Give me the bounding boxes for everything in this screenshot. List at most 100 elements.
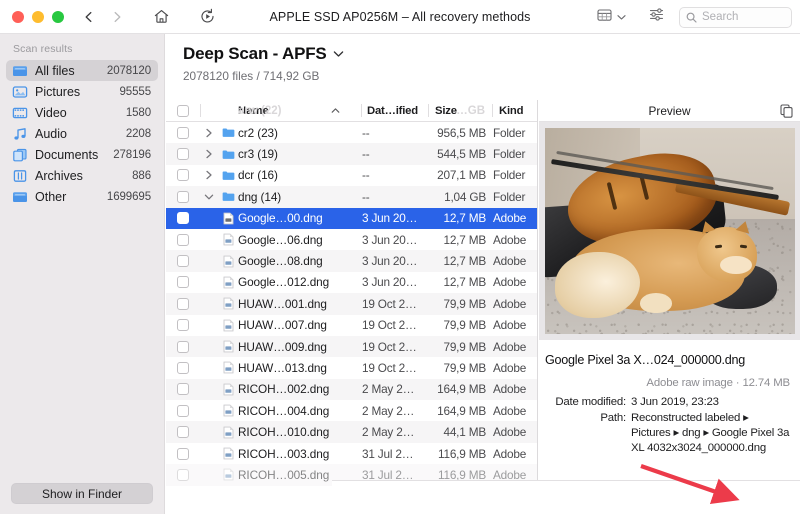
table-row[interactable]: cr2 (23) -- 956,5 MB Folder <box>166 122 537 143</box>
row-checkbox[interactable] <box>166 426 200 438</box>
table-body[interactable]: cr2 (23) -- 956,5 MB Folder cr3 (19) -- <box>166 122 537 514</box>
row-date: 3 Jun 20… <box>362 275 429 289</box>
row-checkbox[interactable] <box>166 298 200 310</box>
table-row[interactable]: Google…012.dng 3 Jun 20… 12,7 MB Adobe <box>166 272 537 293</box>
row-kind: Adobe <box>493 275 537 289</box>
filter-settings-button[interactable] <box>648 7 665 27</box>
disclosure-triangle-collapsed-icon[interactable] <box>200 128 218 138</box>
zoom-window-button[interactable] <box>52 11 64 23</box>
column-header-size[interactable]: Size <box>435 105 457 117</box>
row-kind: Adobe <box>493 340 537 354</box>
table-row[interactable]: HUAW…009.dng 19 Oct 2… 79,9 MB Adobe <box>166 336 537 357</box>
sidebar-item-pictures[interactable]: Pictures 95555 <box>6 81 158 102</box>
row-size: 44,1 MB <box>429 425 493 439</box>
replay-scan-icon[interactable] <box>199 8 216 25</box>
disclosure-triangle-collapsed-icon[interactable] <box>200 149 218 159</box>
chevron-left-icon[interactable] <box>83 11 95 23</box>
home-icon[interactable] <box>153 8 170 25</box>
show-in-finder-button[interactable]: Show in Finder <box>11 483 153 504</box>
row-kind: Adobe <box>493 382 537 396</box>
table-row[interactable]: Google…06.dng 3 Jun 20… 12,7 MB Adobe <box>166 229 537 250</box>
copy-icon[interactable] <box>780 104 793 121</box>
column-header-name[interactable]: Name <box>238 105 269 117</box>
row-checkbox[interactable] <box>166 148 200 160</box>
row-kind: Adobe <box>493 425 537 439</box>
row-kind: Adobe <box>493 211 537 225</box>
row-checkbox[interactable] <box>166 127 200 139</box>
sidebar-item-archives[interactable]: Archives 886 <box>6 165 158 186</box>
row-checkbox[interactable] <box>166 469 200 481</box>
row-kind: Folder <box>493 147 537 161</box>
column-header-date-modified[interactable]: Dat…ified <box>367 105 418 117</box>
search-input[interactable]: Search <box>679 7 792 28</box>
dng-file-icon <box>218 297 238 310</box>
table-row[interactable]: HUAW…001.dng 19 Oct 2… 79,9 MB Adobe <box>166 293 537 314</box>
dng-file-icon <box>218 426 238 439</box>
sidebar-item-audio[interactable]: Audio 2208 <box>6 123 158 144</box>
row-checkbox[interactable] <box>166 319 200 331</box>
table-row[interactable]: RICOH…010.dng 2 May 2… 44,1 MB Adobe <box>166 421 537 442</box>
row-checkbox[interactable] <box>166 255 200 267</box>
row-checkbox[interactable] <box>166 362 200 374</box>
row-name: HUAW…009.dng <box>238 340 362 354</box>
row-name: RICOH…003.dng <box>238 447 362 461</box>
row-date: 3 Jun 20… <box>362 233 429 247</box>
search-placeholder: Search <box>702 11 738 23</box>
sidebar-item-documents[interactable]: Documents 278196 <box>6 144 158 165</box>
picture-icon <box>12 84 28 100</box>
file-table: arw (22) …GB Name Dat…ified <box>166 100 538 514</box>
select-all-checkbox[interactable] <box>166 100 200 122</box>
table-row[interactable]: HUAW…007.dng 19 Oct 2… 79,9 MB Adobe <box>166 315 537 336</box>
row-name: Google…012.dng <box>238 275 362 289</box>
preview-file-name: Google Pixel 3a X…024_000000.dng <box>539 340 800 368</box>
row-date: 3 Jun 20… <box>362 211 429 225</box>
sidebar-item-video[interactable]: Video 1580 <box>6 102 158 123</box>
row-date: 19 Oct 2… <box>362 297 429 311</box>
table-row[interactable]: RICOH…004.dng 2 May 2… 164,9 MB Adobe <box>166 400 537 421</box>
dng-file-icon <box>218 383 238 396</box>
view-mode-button[interactable] <box>593 8 630 27</box>
close-window-button[interactable] <box>12 11 24 23</box>
preview-file-type-size: Adobe raw image · 12.74 MB <box>539 368 800 389</box>
row-checkbox[interactable] <box>166 383 200 395</box>
chevron-down-icon[interactable] <box>333 50 344 58</box>
page-title[interactable]: Deep Scan - APFS <box>183 44 800 64</box>
disclosure-triangle-expanded-icon[interactable] <box>200 193 218 201</box>
documents-icon <box>12 147 28 163</box>
row-date: -- <box>362 126 429 140</box>
row-name: Google…00.dng <box>238 211 362 225</box>
row-checkbox[interactable] <box>166 234 200 246</box>
row-checkbox[interactable] <box>166 405 200 417</box>
column-header-kind[interactable]: Kind <box>499 105 523 117</box>
table-row-selected[interactable]: Google…00.dng 3 Jun 20… 12,7 MB Adobe <box>166 208 537 229</box>
sidebar-item-other[interactable]: Other 1699695 <box>6 186 158 207</box>
disclosure-triangle-collapsed-icon[interactable] <box>200 170 218 180</box>
preview-header: Preview <box>539 100 800 122</box>
dng-file-icon <box>218 319 238 332</box>
table-row[interactable]: dng (14) -- 1,04 GB Folder <box>166 186 537 207</box>
row-checkbox[interactable] <box>166 448 200 460</box>
row-name: dng (14) <box>238 190 362 204</box>
row-checkbox[interactable] <box>166 212 200 224</box>
row-date: -- <box>362 147 429 161</box>
sidebar-item-all-files[interactable]: All files 2078120 <box>6 60 158 81</box>
row-checkbox[interactable] <box>166 341 200 353</box>
dng-file-icon <box>218 276 238 289</box>
table-row[interactable]: HUAW…013.dng 19 Oct 2… 79,9 MB Adobe <box>166 357 537 378</box>
minimize-window-button[interactable] <box>32 11 44 23</box>
table-row[interactable]: cr3 (19) -- 544,5 MB Folder <box>166 143 537 164</box>
row-checkbox[interactable] <box>166 276 200 288</box>
metadata-path: Path: Reconstructed labeled ▸ Pictures ▸… <box>543 411 790 456</box>
table-row[interactable]: RICOH…002.dng 2 May 2… 164,9 MB Adobe <box>166 379 537 400</box>
folder-icon <box>218 191 238 202</box>
chevron-right-icon[interactable] <box>111 11 123 23</box>
table-row[interactable]: RICOH…003.dng 31 Jul 2… 116,9 MB Adobe <box>166 443 537 464</box>
row-name: cr2 (23) <box>238 126 362 140</box>
table-row[interactable]: Google…08.dng 3 Jun 20… 12,7 MB Adobe <box>166 250 537 271</box>
dng-file-icon <box>218 340 238 353</box>
folder-icon <box>218 170 238 181</box>
row-checkbox[interactable] <box>166 191 200 203</box>
table-row[interactable]: dcr (16) -- 207,1 MB Folder <box>166 165 537 186</box>
row-checkbox[interactable] <box>166 169 200 181</box>
sidebar-item-count: 2078120 <box>107 65 151 77</box>
